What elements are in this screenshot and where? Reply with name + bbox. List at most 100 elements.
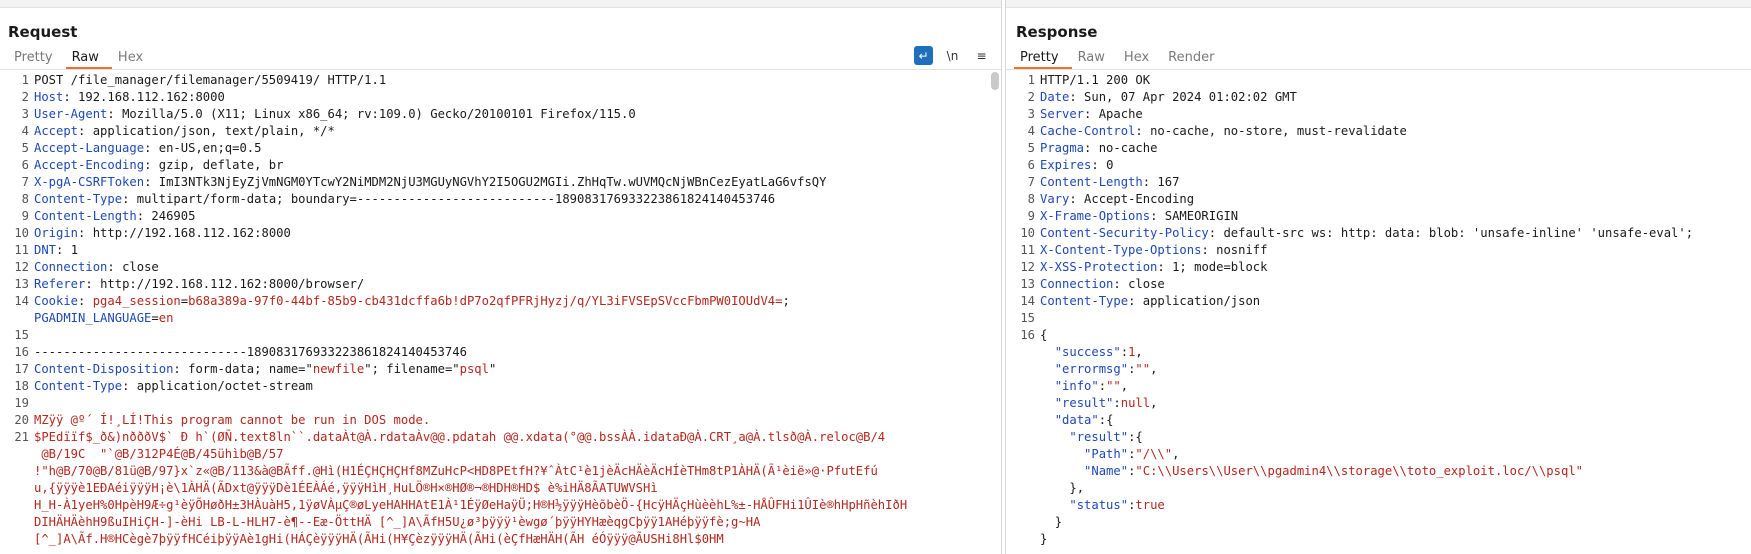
line-number: [0, 463, 34, 480]
line-content: "status":true: [1040, 497, 1164, 514]
header-value: close: [1128, 277, 1165, 291]
json-key: "status": [1069, 498, 1129, 512]
line-content: Expires: 0: [1040, 157, 1113, 174]
code-line: 5 Accept-Language: en-US,en;q=0.5: [0, 140, 1001, 157]
code-line: 14 Cookie: pga4_session=b68a389a-97f0-44b…: [0, 293, 1001, 310]
binary-data: H_H-À1yeH%0HpèH9Æ÷g¹èÿÕHøðH±3HÀuàH5,1ÿøV…: [34, 498, 908, 512]
header-name: X-Frame-Options: [1040, 209, 1151, 223]
line-text: -----------------------------18908317693…: [34, 345, 467, 359]
binary-data: u,{ÿÿÿè1EÐAéiÿÿÿH¡è\1ÀHÄ(ÃDxt@ÿÿÿDè1ÉEÀÁ…: [34, 481, 658, 495]
line-content: X-Frame-Options: SAMEORIGIN: [1040, 208, 1238, 225]
wrap-lines-icon[interactable]: ↵: [914, 46, 933, 65]
code-line: [^_]A\Ãf.H®HCègè7þÿÿfHCéiþÿÿAè1gHi(HÁÇèÿ…: [0, 531, 1001, 548]
json-key: "result": [1069, 430, 1129, 444]
request-panel: Request Pretty Raw Hex ↵ \n ≡ 1 POST /fil…: [0, 0, 1002, 554]
header-value: nosniff: [1216, 243, 1268, 257]
header-name: Content-Security-Policy: [1040, 226, 1209, 240]
code-line: 17 Content-Disposition: form-data; name="…: [0, 361, 1001, 378]
line-content: Content-Disposition: form-data; name="ne…: [34, 361, 496, 378]
tab-hex[interactable]: Hex: [1118, 48, 1162, 70]
json-key: "errormsg": [1054, 362, 1129, 376]
header-name: Pragma: [1040, 141, 1085, 155]
json-value: "": [1135, 362, 1151, 376]
tab-raw[interactable]: Raw: [1072, 48, 1118, 70]
json-separator: :: [1113, 396, 1121, 410]
header-name: X-Content-Type-Options: [1040, 243, 1202, 257]
response-editor[interactable]: 1 HTTP/1.1 200 OK 2 Date: Sun, 07 Apr 2024 …: [1006, 72, 1751, 554]
line-number: 21: [14, 430, 29, 444]
header-value: close: [122, 260, 159, 274]
header-separator: :: [78, 226, 93, 240]
binary-data: @B/19C "`@B/312P4É@B/45ühìb@B/57: [34, 447, 284, 461]
code-line: DIHÄHÄèhH9ßuIHiÇH-]-èHi LB-L-HLH7-è¶--Eæ…: [0, 514, 1001, 531]
newline-icon[interactable]: \n: [943, 46, 962, 65]
header-separator: :: [1084, 107, 1099, 121]
line-number: [0, 531, 34, 548]
json-key: "Name": [1084, 464, 1129, 478]
code-line: 21 $PEdïïf$_ð&)nðððV$` Ð h`(ØÑ.text8ln``.…: [0, 429, 1001, 446]
line-content: Cookie: pga4_session=b68a389a-97f0-44bf-…: [34, 293, 790, 310]
line-content: "info":"",: [1040, 378, 1128, 395]
line-content: "Path":"/\\",: [1040, 446, 1179, 463]
response-tabs: Pretty Raw Hex Render: [1014, 48, 1227, 70]
line-content: Content-Security-Policy: default-src ws:…: [1040, 225, 1693, 242]
code-line: 15: [1006, 310, 1751, 327]
line-number: 14: [14, 294, 29, 308]
header-separator: :: [1150, 209, 1165, 223]
line-number: [0, 514, 34, 531]
response-panel: Response Pretty Raw Hex Render 1 HTTP/1.1…: [1005, 0, 1751, 554]
line-number: 2: [21, 90, 29, 104]
code-line: "status":true: [1006, 497, 1751, 514]
header-name: Server: [1040, 107, 1085, 121]
line-content: Server: Apache: [1040, 106, 1143, 123]
header-value: ": [488, 362, 497, 376]
tab-pretty[interactable]: Pretty: [1014, 48, 1072, 70]
tab-hex[interactable]: Hex: [112, 48, 156, 70]
header-name: Connection: [34, 260, 108, 274]
header-value: 192.168.112.162:8000: [78, 90, 225, 104]
line-number: [0, 310, 34, 327]
code-line: 16 {: [1006, 327, 1751, 344]
json-key: "info": [1054, 379, 1099, 393]
header-separator: :: [144, 175, 159, 189]
header-name: Date: [1040, 90, 1070, 104]
binary-data: MZÿÿ @º´ Í!¸LÍ!This program cannot be ru…: [34, 413, 431, 427]
line-number: 15: [14, 328, 29, 342]
tab-render[interactable]: Render: [1162, 48, 1227, 70]
line-number: 16: [14, 345, 29, 359]
header-value: 1; mode=block: [1172, 260, 1268, 274]
line-number: [1006, 514, 1040, 531]
request-editor[interactable]: 1 POST /file_manager/filemanager/5509419/…: [0, 72, 1001, 554]
line-content: Content-Type: application/json: [1040, 293, 1260, 310]
code-line: 2 Host: 192.168.112.162:8000: [0, 89, 1001, 106]
tab-raw[interactable]: Raw: [65, 48, 113, 70]
code-line: 11 X-Content-Type-Options: nosniff: [1006, 242, 1751, 259]
header-name: DNT: [34, 243, 57, 257]
tab-pretty[interactable]: Pretty: [8, 48, 66, 70]
code-line: 3 User-Agent: Mozilla/5.0 (X11; Linux x86…: [0, 106, 1001, 123]
line-content: Vary: Accept-Encoding: [1040, 191, 1194, 208]
line-content: PGADMIN_LANGUAGE=en: [34, 310, 173, 327]
header-name: Origin: [34, 226, 79, 240]
line-number: 8: [21, 192, 29, 206]
line-content: MZÿÿ @º´ Í!¸LÍ!This program cannot be ru…: [34, 412, 430, 429]
header-separator: :: [1091, 158, 1107, 172]
line-number: 7: [1027, 175, 1035, 189]
header-separator: :: [78, 294, 93, 308]
header-separator: :: [107, 107, 123, 121]
header-value: http://192.168.112.162:8000/browser/: [100, 277, 365, 291]
header-name: Content-Type: [34, 379, 123, 393]
line-content: $PEdïïf$_ð&)nðððV$` Ð h`(ØÑ.text8ln``.da…: [34, 429, 885, 446]
line-number: [1006, 412, 1040, 429]
binary-data: $PEdïïf$_ð&)nðððV$` Ð h`(ØÑ.text8ln``.da…: [34, 430, 886, 444]
header-value: "; filename=": [364, 362, 460, 376]
line-content: Host: 192.168.112.162:8000: [34, 89, 225, 106]
line-number: [1006, 497, 1040, 514]
menu-icon[interactable]: ≡: [972, 46, 991, 65]
request-scrollbar[interactable]: [991, 72, 999, 90]
header-name: X-XSS-Protection: [1040, 260, 1158, 274]
